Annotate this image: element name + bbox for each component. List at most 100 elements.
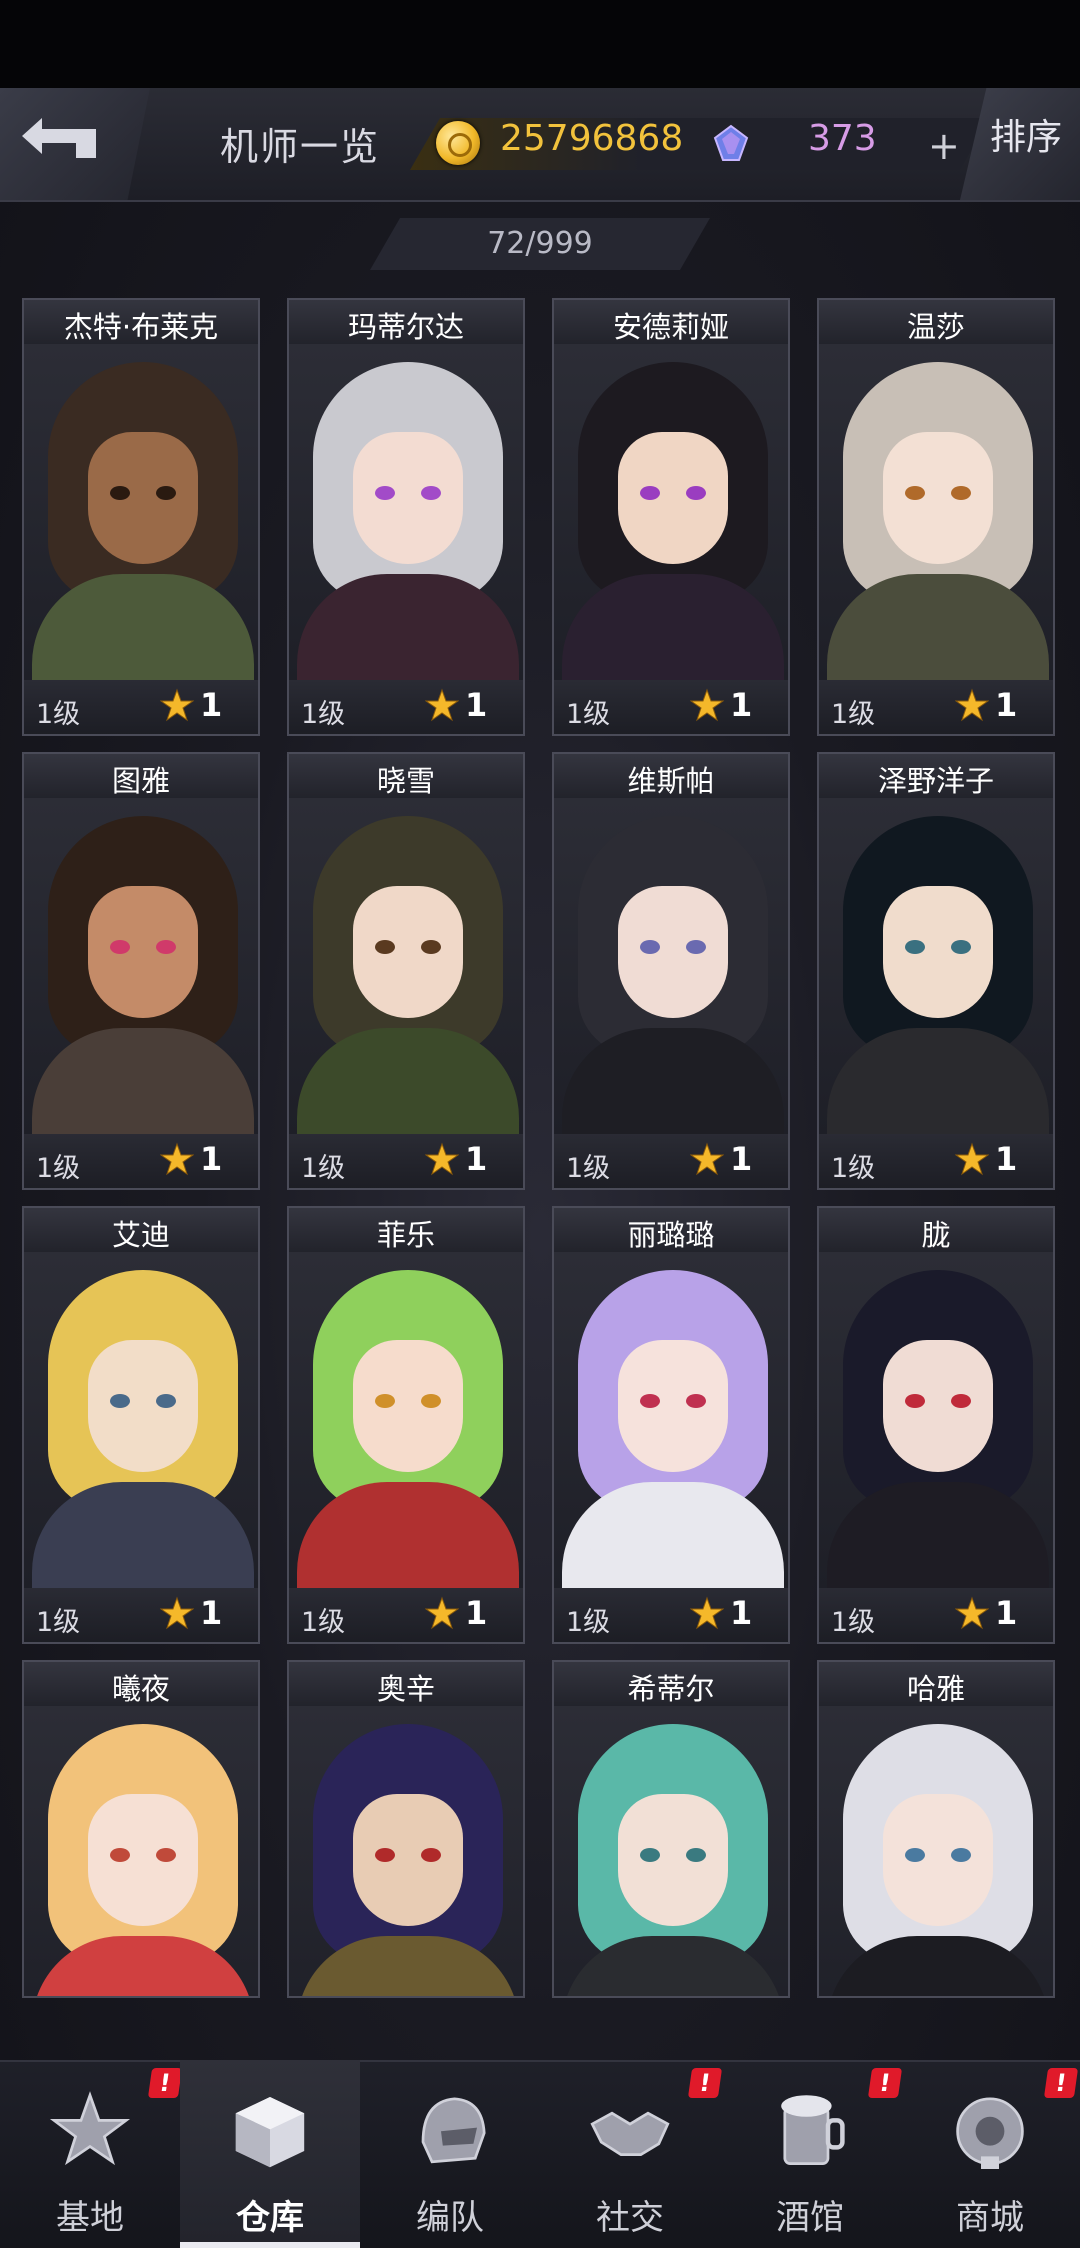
pilot-card[interactable]: 菲乐 1级 1	[287, 1206, 525, 1644]
pilot-card[interactable]: 哈雅	[817, 1660, 1055, 1998]
pilot-level: 1级	[301, 1607, 346, 1638]
pilot-portrait	[554, 344, 788, 680]
status-area	[0, 0, 1080, 88]
portrait-face	[618, 1340, 728, 1472]
portrait-eye	[951, 1394, 971, 1408]
portrait-eye	[951, 486, 971, 500]
pilot-card[interactable]: 维斯帕 1级 1	[552, 752, 790, 1190]
pilot-star-count: 1	[465, 686, 488, 724]
pilot-card[interactable]: 安德莉娅 1级 1	[552, 298, 790, 736]
pilot-name: 泽野洋子	[877, 764, 994, 798]
pilot-portrait	[819, 798, 1053, 1134]
nav-tab-label: 仓库	[236, 2198, 304, 2238]
nav-tab[interactable]: 商城 !	[900, 2060, 1080, 2248]
pilot-portrait	[289, 344, 523, 680]
pilot-name: 晓雪	[376, 764, 435, 798]
portrait-outfit	[827, 1028, 1049, 1134]
pilot-name: 哈雅	[906, 1672, 965, 1706]
pilot-portrait	[819, 344, 1053, 680]
pilot-card[interactable]: 曦夜	[22, 1660, 260, 1998]
portrait-eye	[905, 1848, 925, 1862]
portrait-face	[618, 886, 728, 1018]
nav-tab-label: 编队	[416, 2198, 484, 2238]
sort-label[interactable]: 排序	[990, 108, 1062, 160]
pilot-name: 丽璐璐	[627, 1218, 715, 1252]
pilot-name: 希蒂尔	[627, 1672, 715, 1706]
portrait-eye	[951, 1848, 971, 1862]
pilot-card[interactable]: 杰特·布莱克 1级 1	[22, 298, 260, 736]
warehouse-cube-icon	[235, 2097, 305, 2168]
portrait-face	[618, 432, 728, 564]
handshake-icon	[590, 2111, 670, 2156]
portrait-face	[883, 1340, 993, 1472]
pilot-card[interactable]: 奥辛	[287, 1660, 525, 1998]
nav-tab[interactable]: 仓库	[180, 2060, 360, 2248]
pilot-portrait	[24, 344, 258, 680]
currency-bar	[410, 118, 990, 170]
pilot-card[interactable]: 晓雪 1级 1	[287, 752, 525, 1190]
pilot-name: 图雅	[111, 764, 170, 798]
portrait-outfit	[32, 1482, 254, 1588]
portrait-face	[353, 1794, 463, 1926]
portrait-eye	[156, 1394, 176, 1408]
pilot-level: 1级	[301, 1153, 346, 1184]
portrait-eye	[905, 486, 925, 500]
portrait-eye	[905, 1394, 925, 1408]
pilot-card[interactable]: 温莎 1级 1	[817, 298, 1055, 736]
pilot-card[interactable]: 丽璐璐 1级 1	[552, 1206, 790, 1644]
pilot-star-count: 1	[200, 1140, 223, 1178]
portrait-outfit	[32, 574, 254, 680]
pilot-card[interactable]: 图雅 1级 1	[22, 752, 260, 1190]
roster-screen: 机师一览 25796868 373 + 排序 72/999 杰特·布莱克 1级 …	[0, 0, 1080, 2248]
pilot-card[interactable]: 胧 1级 1	[817, 1206, 1055, 1644]
pilot-star-count: 1	[200, 1594, 223, 1632]
star-icon	[425, 1142, 459, 1176]
nav-tab-label: 社交	[596, 2198, 664, 2238]
pilot-name: 维斯帕	[627, 764, 715, 798]
back-button[interactable]	[0, 88, 150, 200]
pilot-level: 1级	[301, 699, 346, 730]
pilot-card[interactable]: 玛蒂尔达 1级 1	[287, 298, 525, 736]
portrait-eye	[156, 1848, 176, 1862]
portrait-eye	[375, 1394, 395, 1408]
nav-tab[interactable]: 社交 !	[540, 2060, 723, 2248]
pilot-card[interactable]: 希蒂尔	[552, 1660, 790, 1998]
nav-tab[interactable]: 基地 !	[0, 2060, 183, 2248]
pilot-name: 安德莉娅	[612, 310, 729, 344]
pilot-name: 曦夜	[111, 1672, 170, 1706]
pilot-portrait	[24, 798, 258, 1134]
portrait-face	[883, 432, 993, 564]
portrait-outfit	[562, 1482, 784, 1588]
portrait-eye	[375, 940, 395, 954]
pilot-level: 1级	[831, 699, 876, 730]
pilot-level: 1级	[831, 1607, 876, 1638]
nav-tab[interactable]: 编队	[360, 2060, 540, 2248]
pilot-portrait	[554, 1252, 788, 1588]
nav-tab-label: 商城	[956, 2198, 1024, 2238]
pilot-portrait	[289, 1252, 523, 1588]
nav-tab[interactable]: 酒馆 !	[720, 2060, 903, 2248]
pilot-level: 1级	[831, 1153, 876, 1184]
portrait-eye	[640, 486, 660, 500]
portrait-face	[883, 1794, 993, 1926]
pilot-star-count: 1	[730, 1140, 753, 1178]
gem-icon	[713, 124, 749, 161]
portrait-face	[88, 1340, 198, 1472]
shop-icon	[956, 2097, 1024, 2169]
plus-icon[interactable]: +	[928, 124, 960, 168]
portrait-outfit	[32, 1028, 254, 1134]
portrait-outfit	[827, 574, 1049, 680]
portrait-face	[618, 1794, 728, 1926]
portrait-face	[88, 432, 198, 564]
pilot-card[interactable]: 艾迪 1级 1	[22, 1206, 260, 1644]
star-icon	[160, 688, 194, 722]
pilot-portrait	[554, 798, 788, 1134]
portrait-eye	[640, 940, 660, 954]
pilot-level: 1级	[566, 1153, 611, 1184]
nav-tab-label: 酒馆	[776, 2198, 844, 2238]
pilot-portrait	[819, 1252, 1053, 1588]
pilot-portrait	[289, 1706, 523, 1996]
pilot-card[interactable]: 泽野洋子 1级 1	[817, 752, 1055, 1190]
coin-amount: 25796868	[500, 118, 684, 159]
portrait-outfit	[297, 574, 519, 680]
